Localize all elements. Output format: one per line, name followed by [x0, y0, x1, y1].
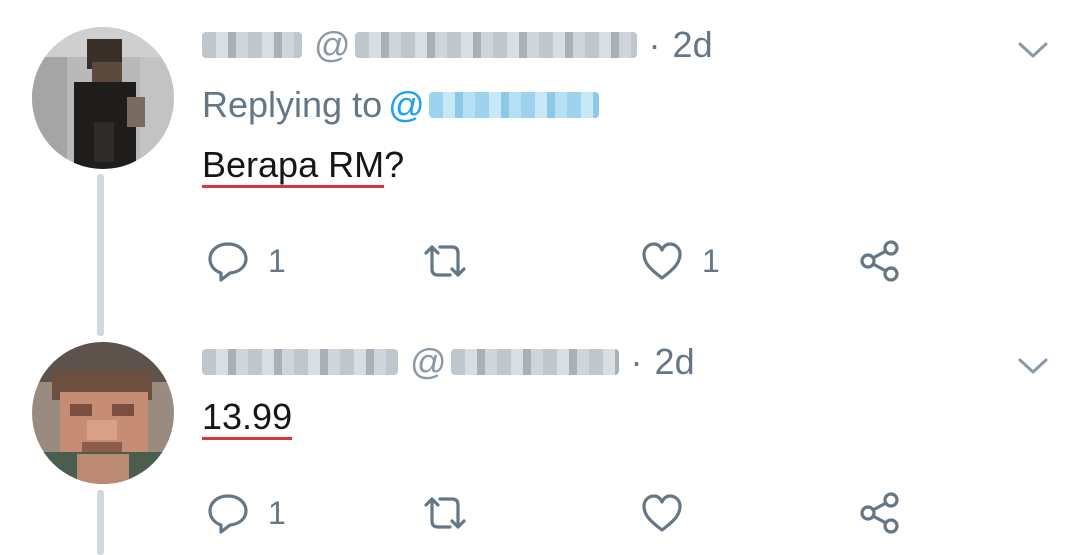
share-icon — [860, 240, 899, 282]
share-button[interactable] — [858, 488, 902, 538]
timestamp[interactable]: 2d — [673, 24, 713, 66]
reply-button[interactable]: 1 — [206, 488, 286, 538]
tweet-header: @ · 2d — [202, 20, 713, 70]
reply-count: 1 — [268, 494, 286, 531]
handle-at-sign: @ — [314, 24, 351, 65]
retweet-icon — [424, 497, 466, 529]
avatar[interactable] — [32, 27, 174, 169]
avatar[interactable] — [32, 342, 174, 484]
heart-icon — [642, 494, 682, 532]
display-name[interactable] — [202, 349, 398, 375]
retweet-icon — [424, 245, 466, 277]
reply-icon — [208, 494, 248, 534]
handle-at-sign: @ — [410, 341, 447, 382]
user-handle[interactable]: @ — [314, 24, 637, 66]
tweet-text-body: 13.99 — [202, 396, 293, 437]
tweet-text-body: Berapa RM — [202, 144, 385, 185]
timestamp[interactable]: 2d — [655, 341, 695, 383]
chevron-down-icon[interactable] — [1015, 32, 1051, 68]
replying-label: Replying to — [202, 84, 383, 125]
tweet-actions: 1 — [202, 488, 922, 538]
reply-icon — [208, 242, 248, 282]
like-button[interactable]: 1 — [640, 236, 720, 286]
like-button[interactable] — [640, 488, 702, 538]
retweet-button[interactable] — [420, 236, 488, 286]
retweet-button[interactable] — [420, 488, 488, 538]
replied-handle-redacted — [428, 92, 599, 118]
separator-dot: · — [648, 24, 661, 65]
handle-redacted — [354, 32, 637, 58]
reply-button[interactable]: 1 — [206, 236, 286, 286]
like-count: 1 — [702, 242, 720, 279]
share-button[interactable] — [858, 236, 902, 286]
reply-count: 1 — [268, 242, 286, 279]
tweet-actions: 1 1 — [202, 236, 922, 286]
handle-redacted — [450, 349, 619, 375]
display-name[interactable] — [202, 32, 302, 58]
tweet-header: @ · 2d — [202, 337, 695, 387]
share-icon — [860, 492, 899, 534]
replied-handle[interactable]: @ — [388, 84, 599, 126]
replying-to: Replying to @ — [202, 82, 599, 128]
separator-dot: · — [630, 341, 643, 382]
chevron-down-icon[interactable] — [1015, 348, 1051, 384]
tweet-text: 13.99 — [202, 396, 292, 438]
heart-icon — [642, 242, 682, 280]
thread-line — [97, 174, 104, 336]
user-handle[interactable]: @ — [410, 341, 619, 383]
thread-line — [97, 490, 104, 555]
replied-at-sign: @ — [388, 84, 425, 125]
tweet-text-suffix: ? — [384, 144, 405, 185]
tweet-text: Berapa RM? — [202, 144, 404, 186]
